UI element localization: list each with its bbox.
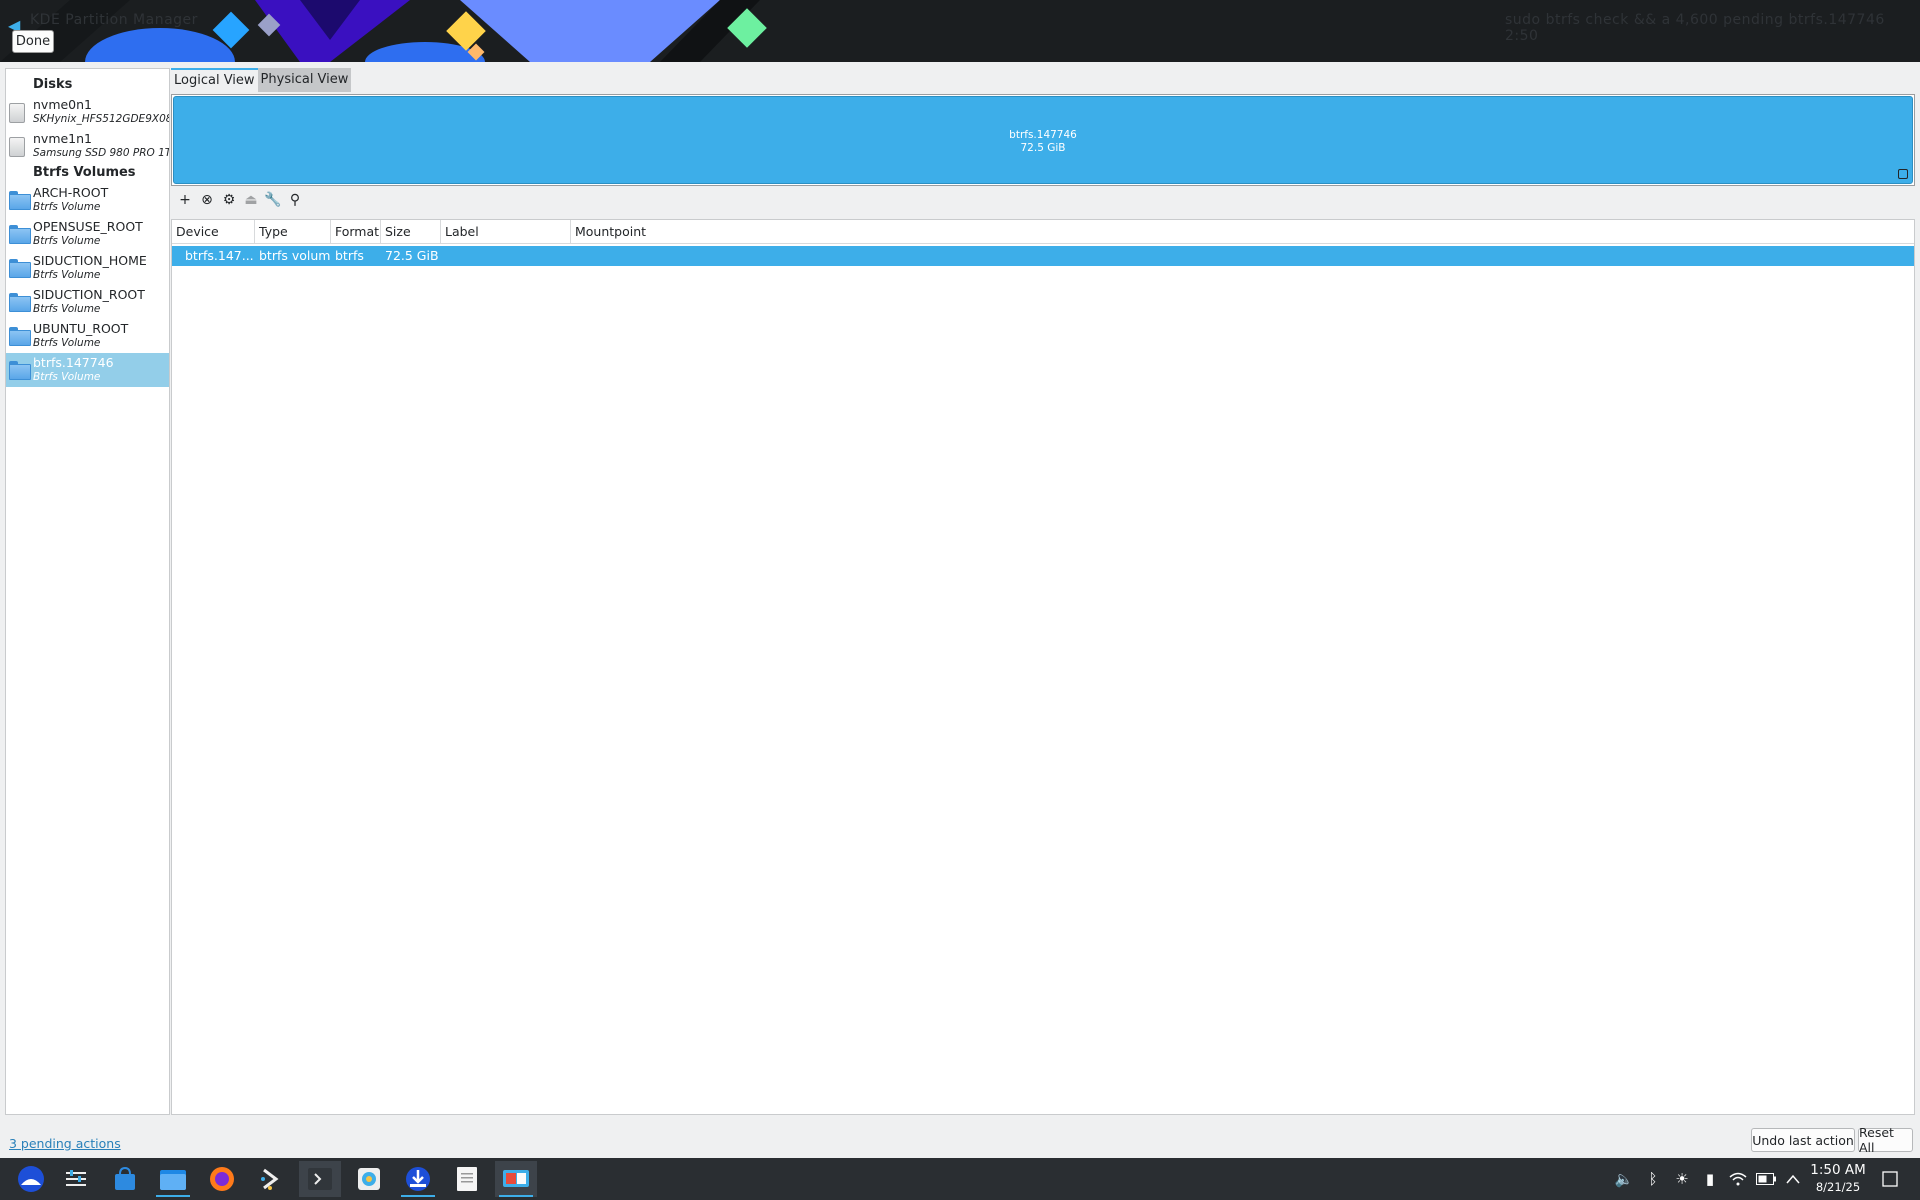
volume-name: OPENSUSE_ROOT: [33, 219, 143, 234]
faded-window-title: KDE Partition Manager: [30, 12, 198, 28]
column-format[interactable]: Format: [331, 220, 381, 244]
sidebar-item-siduction-home[interactable]: SIDUCTION_HOME Btrfs Volume: [6, 251, 169, 285]
sidebar-item-nvme1n1[interactable]: nvme1n1 Samsung SSD 980 PRO 1TB: [6, 129, 169, 163]
cell-label: [441, 246, 571, 266]
tab-physical-view[interactable]: Physical View: [257, 68, 352, 92]
app-launcher-icon[interactable]: [10, 1161, 52, 1197]
cell-type: btrfs volume: [259, 248, 331, 263]
volume-type: Btrfs Volume: [33, 201, 101, 213]
column-label[interactable]: Label: [441, 220, 571, 244]
partition-toolbar: + ⊗ ⚙ ⏏ 🔧 ⚲: [174, 188, 306, 214]
btrfs-volumes-heading: Btrfs Volumes: [33, 165, 136, 180]
column-mountpoint[interactable]: Mountpoint: [571, 220, 1914, 244]
device-model: Samsung SSD 980 PRO 1TB: [33, 147, 170, 159]
partition-name: btrfs.147746: [1009, 129, 1077, 141]
volume-name: SIDUCTION_HOME: [33, 253, 147, 268]
volume-name: UBUNTU_ROOT: [33, 321, 129, 336]
partition-manager-window: Disks nvme0n1 SKHynix_HFS512GDE9X084N nv…: [0, 62, 1920, 1158]
partition-size: 72.5 GiB: [1020, 142, 1066, 154]
hard-disk-icon: [9, 103, 25, 123]
tab-logical-view[interactable]: Logical View: [171, 68, 258, 92]
volume-type: Btrfs Volume: [33, 371, 101, 383]
discover-store-icon[interactable]: [104, 1161, 146, 1197]
clock-time: 1:50 AM: [1810, 1162, 1866, 1178]
volume-name: SIDUCTION_ROOT: [33, 287, 145, 302]
taskbar: 🔈 ᛒ ☀ ▮ 1:50 AM 8/21/25: [0, 1158, 1920, 1200]
sidebar-item-ubuntu-root[interactable]: UBUNTU_ROOT Btrfs Volume: [6, 319, 169, 353]
cell-format: btrfs: [335, 248, 364, 263]
battery-icon[interactable]: [1756, 1169, 1776, 1189]
terminal-icon[interactable]: [299, 1161, 341, 1197]
copy-icon: [1898, 169, 1908, 179]
cell-mountpoint: [571, 246, 1914, 266]
color-picker-icon[interactable]: [348, 1161, 390, 1197]
partition-block[interactable]: btrfs.147746 72.5 GiB: [173, 96, 1913, 184]
mount-button[interactable]: ⚲: [284, 188, 306, 212]
digital-clock[interactable]: 1:50 AM 8/21/25: [1800, 1161, 1876, 1194]
sidebar-item-nvme0n1[interactable]: nvme0n1 SKHynix_HFS512GDE9X084N: [6, 95, 169, 129]
volume-type: Btrfs Volume: [33, 235, 101, 247]
volume-icon[interactable]: 🔈: [1614, 1169, 1634, 1189]
column-size[interactable]: Size: [381, 220, 441, 244]
folder-icon: [9, 293, 31, 312]
table-header: Device Type Format Size Label Mountpoint: [172, 220, 1914, 244]
firefox-icon[interactable]: [201, 1161, 243, 1197]
folder-icon: [9, 327, 31, 346]
new-partition-button[interactable]: +: [174, 188, 196, 212]
volume-type: Btrfs Volume: [33, 303, 101, 315]
hard-disk-icon: [9, 137, 25, 157]
reset-all-button[interactable]: Reset All: [1858, 1125, 1913, 1155]
text-editor-icon[interactable]: [446, 1161, 488, 1197]
clock-date: 8/21/25: [1815, 1180, 1861, 1194]
partition-manager-icon[interactable]: [495, 1161, 537, 1197]
sidebar-item-arch-root[interactable]: ARCH-ROOT Btrfs Volume: [6, 183, 169, 217]
view-tabs: Logical View Physical View: [171, 68, 352, 92]
disks-heading: Disks: [33, 77, 73, 92]
folder-icon: [9, 361, 31, 380]
device-name: nvme1n1: [33, 131, 93, 146]
resize-partition-button[interactable]: ⚙: [218, 188, 240, 212]
wallpaper-banner: KDE Partition Manager sudo btrfs check &…: [0, 0, 1920, 62]
done-button[interactable]: Done: [12, 30, 54, 53]
volume-type: Btrfs Volume: [33, 269, 101, 281]
volume-name: btrfs.147746: [33, 355, 114, 370]
folder-icon: [9, 225, 31, 244]
wifi-icon[interactable]: [1728, 1169, 1748, 1189]
cell-device: btrfs.147...: [185, 248, 254, 263]
unmount-button[interactable]: ⏏: [240, 188, 262, 212]
table-row[interactable]: btrfs.147... btrfs volume btrfs 72.5 GiB: [172, 246, 1914, 266]
cell-size: 72.5 GiB: [385, 248, 439, 263]
undo-last-action-button[interactable]: Undo last action: [1751, 1128, 1855, 1152]
sidebar-item-siduction-root[interactable]: SIDUCTION_ROOT Btrfs Volume: [6, 285, 169, 319]
devices-sidebar: Disks nvme0n1 SKHynix_HFS512GDE9X084N nv…: [5, 68, 170, 1115]
removable-device-icon[interactable]: ▮: [1700, 1169, 1720, 1189]
downloader-icon[interactable]: [397, 1161, 439, 1197]
partition-table: Device Type Format Size Label Mountpoint…: [171, 219, 1915, 1115]
check-button[interactable]: 🔧: [262, 188, 284, 212]
folder-icon: [9, 259, 31, 278]
column-device[interactable]: Device: [172, 220, 255, 244]
device-model: SKHynix_HFS512GDE9X084N: [33, 113, 169, 125]
bluetooth-icon[interactable]: ᛒ: [1643, 1169, 1663, 1189]
sidebar-item-btrfs-147746[interactable]: btrfs.147746 Btrfs Volume: [6, 353, 169, 387]
volume-name: ARCH-ROOT: [33, 185, 109, 200]
show-desktop-icon[interactable]: [1880, 1169, 1900, 1189]
sidebar-item-opensuse-root[interactable]: OPENSUSE_ROOT Btrfs Volume: [6, 217, 169, 251]
kdevelop-icon[interactable]: [250, 1161, 292, 1197]
brightness-icon[interactable]: ☀: [1672, 1169, 1692, 1189]
system-settings-icon[interactable]: [55, 1161, 97, 1197]
pending-actions-link[interactable]: 3 pending actions: [9, 1136, 121, 1151]
file-manager-icon[interactable]: [152, 1161, 194, 1197]
delete-partition-button[interactable]: ⊗: [196, 188, 218, 212]
partition-bar: btrfs.147746 72.5 GiB: [171, 94, 1915, 186]
device-name: nvme0n1: [33, 97, 93, 112]
folder-icon: [9, 191, 31, 210]
column-type[interactable]: Type: [255, 220, 331, 244]
faded-window-info: sudo btrfs check && a 4,600 pending btrf…: [1505, 12, 1885, 44]
volume-type: Btrfs Volume: [33, 337, 101, 349]
